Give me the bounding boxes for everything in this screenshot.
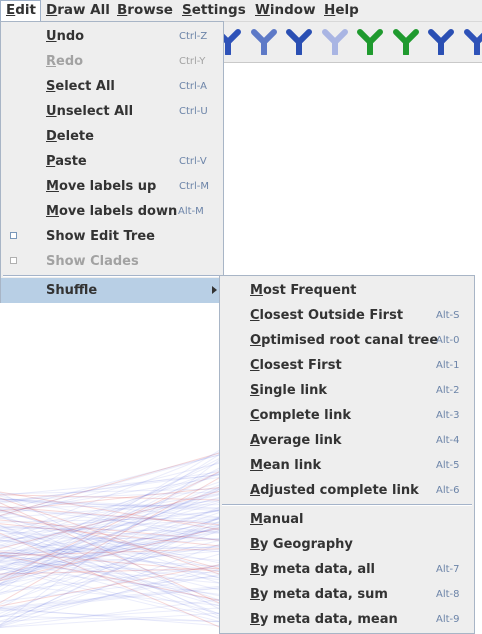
shortcut-label: Alt-7 xyxy=(436,564,460,575)
menu-item-mean-link[interactable]: Mean link Alt-5 xyxy=(220,453,474,478)
shortcut-label: Ctrl-U xyxy=(179,106,208,117)
shortcut-label: Ctrl-A xyxy=(179,81,208,92)
menu-settings[interactable]: Settings xyxy=(177,0,251,21)
menu-edit[interactable]: Edit xyxy=(0,0,41,21)
menu-item-delete[interactable]: Delete xyxy=(1,124,223,149)
menu-draw-all[interactable]: Draw All xyxy=(41,0,115,21)
menu-item-closest-outside-first[interactable]: Closest Outside First Alt-S xyxy=(220,303,474,328)
tree-style-icon[interactable] xyxy=(390,26,422,58)
menu-item-move-labels-down[interactable]: Move labels down Alt-M xyxy=(1,199,223,224)
menu-item-unselect-all[interactable]: Unselect All Ctrl-U xyxy=(1,99,223,124)
menu-item-by-geography[interactable]: By Geography xyxy=(220,532,474,557)
menu-item-by-meta-data-all[interactable]: By meta data, all Alt-7 xyxy=(220,557,474,582)
menu-window[interactable]: Window xyxy=(250,0,321,21)
menu-item-complete-link[interactable]: Complete link Alt-3 xyxy=(220,403,474,428)
menu-item-redo[interactable]: Redo Ctrl-Y xyxy=(1,49,223,74)
menu-item-optimised-root-canal-tree[interactable]: Optimised root canal tree Alt-0 xyxy=(220,328,474,353)
shortcut-label: Alt-3 xyxy=(436,410,460,421)
menu-bar: Edit Draw All Browse Settings Window Hel… xyxy=(0,0,482,22)
submenu-arrow-icon xyxy=(212,286,217,294)
menu-item-single-link[interactable]: Single link Alt-2 xyxy=(220,378,474,403)
checkbox-icon xyxy=(10,257,17,264)
tree-style-icon[interactable] xyxy=(248,26,280,58)
menu-separator xyxy=(222,504,472,506)
tree-style-icon[interactable] xyxy=(283,26,315,58)
menu-item-by-meta-data-sum[interactable]: By meta data, sum Alt-8 xyxy=(220,582,474,607)
tree-style-icon[interactable] xyxy=(425,26,457,58)
shortcut-label: Ctrl-M xyxy=(179,181,210,192)
tree-style-icon[interactable] xyxy=(461,26,482,58)
menu-item-by-meta-data-mean[interactable]: By meta data, mean Alt-9 xyxy=(220,607,474,632)
menu-item-adjusted-complete-link[interactable]: Adjusted complete link Alt-6 xyxy=(220,478,474,503)
shortcut-label: Alt-9 xyxy=(436,614,460,625)
menu-item-most-frequent[interactable]: Most Frequent xyxy=(220,278,474,303)
shuffle-submenu: Most Frequent Closest Outside First Alt-… xyxy=(219,275,475,634)
menu-item-undo[interactable]: Undo Ctrl-Z xyxy=(1,24,223,49)
shortcut-label: Alt-M xyxy=(178,206,204,217)
shortcut-label: Alt-8 xyxy=(436,589,460,600)
menu-item-move-labels-up[interactable]: Move labels up Ctrl-M xyxy=(1,174,223,199)
tree-style-icon[interactable] xyxy=(354,26,386,58)
checkbox-icon xyxy=(10,232,17,239)
menu-item-closest-first[interactable]: Closest First Alt-1 xyxy=(220,353,474,378)
menu-item-paste[interactable]: Paste Ctrl-V xyxy=(1,149,223,174)
menu-help[interactable]: Help xyxy=(319,0,364,21)
shortcut-label: Alt-1 xyxy=(436,360,460,371)
shortcut-label: Ctrl-Z xyxy=(179,31,208,42)
menu-item-show-edit-tree[interactable]: Show Edit Tree xyxy=(1,224,223,249)
edit-menu: Undo Ctrl-Z Redo Ctrl-Y Select All Ctrl-… xyxy=(0,21,224,303)
menu-browse[interactable]: Browse xyxy=(112,0,178,21)
menu-separator xyxy=(3,275,221,277)
shortcut-label: Alt-2 xyxy=(436,385,460,396)
menu-item-manual[interactable]: Manual xyxy=(220,507,474,532)
menu-item-select-all[interactable]: Select All Ctrl-A xyxy=(1,74,223,99)
shortcut-label: Alt-5 xyxy=(436,460,460,471)
shortcut-label: Ctrl-V xyxy=(179,156,207,167)
shortcut-label: Alt-6 xyxy=(436,485,460,496)
shortcut-label: Alt-0 xyxy=(436,335,460,346)
shortcut-label: Alt-4 xyxy=(436,435,460,446)
menu-item-show-clades[interactable]: Show Clades xyxy=(1,249,223,274)
shortcut-label: Ctrl-Y xyxy=(179,56,206,67)
menu-item-average-link[interactable]: Average link Alt-4 xyxy=(220,428,474,453)
tree-style-icon[interactable] xyxy=(319,26,351,58)
menu-item-shuffle[interactable]: Shuffle xyxy=(1,278,223,303)
shortcut-label: Alt-S xyxy=(436,310,460,321)
